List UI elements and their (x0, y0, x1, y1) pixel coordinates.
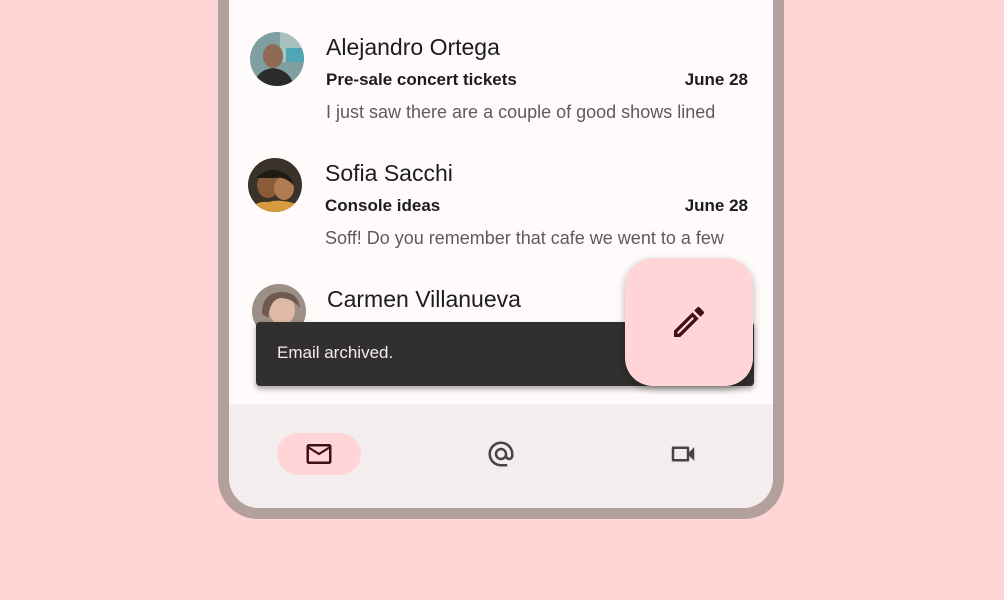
email-sender: Carmen Villanueva (327, 286, 521, 312)
email-subject: Pre-sale concert tickets (326, 70, 517, 89)
email-item-alejandro[interactable]: Alejandro Ortega Pre-sale concert ticket… (229, 0, 773, 126)
mail-icon (306, 444, 332, 464)
email-date: June 28 (684, 70, 748, 89)
avatar (248, 158, 302, 212)
bottom-navigation (229, 404, 773, 508)
snackbar-message: Email archived. (277, 343, 394, 362)
email-item-sofia[interactable]: Sofia Sacchi Console ideas June 28 Soff!… (229, 126, 773, 252)
video-icon (671, 446, 695, 462)
nav-item-meet[interactable] (641, 433, 725, 475)
nav-item-inbox[interactable] (277, 433, 361, 475)
avatar (250, 32, 304, 86)
email-subject: Console ideas (325, 196, 441, 215)
app-screen: Alejandro Ortega Pre-sale concert ticket… (229, 0, 773, 508)
edit-icon (674, 306, 705, 337)
compose-fab[interactable] (625, 258, 753, 386)
email-preview: Soff! Do you remember that cafe we went … (325, 228, 724, 248)
at-sign-icon (488, 441, 514, 467)
email-sender: Alejandro Ortega (326, 34, 500, 60)
email-preview: I just saw there are a couple of good sh… (326, 102, 716, 122)
email-date: June 28 (684, 196, 748, 215)
email-sender: Sofia Sacchi (325, 160, 453, 186)
nav-item-mentions[interactable] (459, 433, 543, 475)
